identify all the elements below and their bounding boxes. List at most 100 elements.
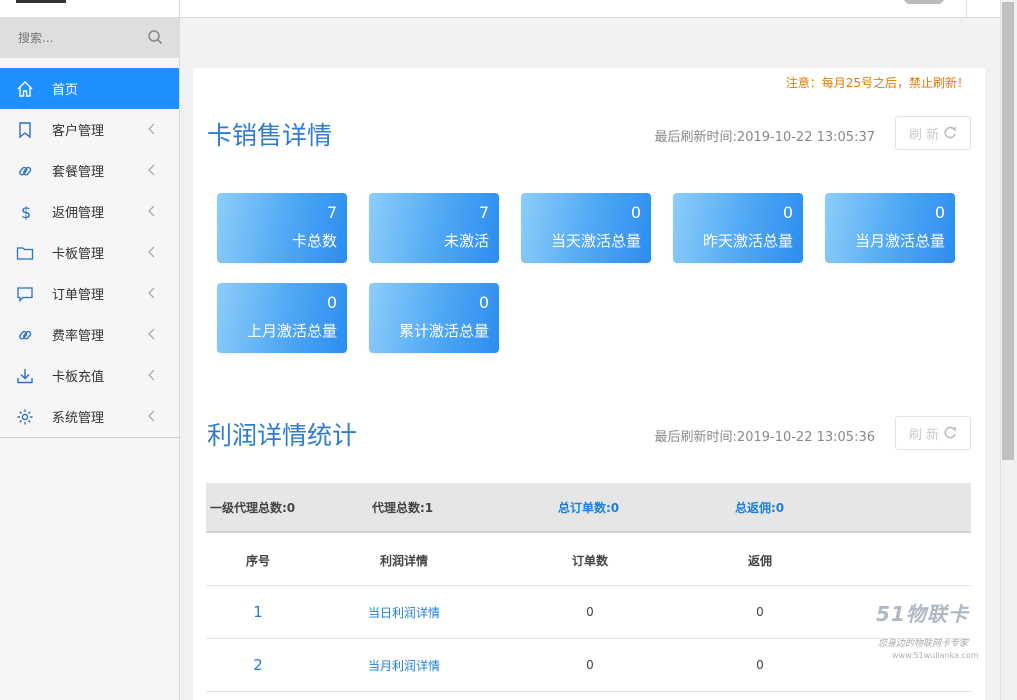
sales-refresh-time: 最后刷新时间:2019-10-22 13:05:37 (654, 130, 875, 145)
profit-refresh-time: 最后刷新时间:2019-10-22 13:05:36 (654, 430, 875, 445)
chevron-left-icon (148, 205, 155, 217)
dollar-icon: $ (16, 203, 34, 221)
stat-label: 当月激活总量 (854, 232, 945, 250)
stat-value: 7 (478, 203, 489, 222)
level1-agents-count: 一级代理总数:0 (210, 501, 296, 515)
sidebar-item-label: 系统管理 (52, 411, 105, 426)
stat-card-this-month: 0 当月激活总量 (825, 193, 955, 263)
sidebar-item-customers[interactable]: 客户管理 (0, 109, 179, 150)
search-icon[interactable] (147, 29, 163, 45)
home-icon (16, 80, 34, 98)
order-count: 0 (586, 605, 594, 619)
link-icon (16, 326, 34, 344)
gear-icon (16, 408, 34, 426)
profit-refresh-button[interactable]: 刷 新 (895, 416, 971, 450)
watermark-url: www.51wulianka.com (892, 651, 979, 660)
chevron-left-icon (148, 369, 155, 381)
search-input[interactable] (8, 26, 138, 50)
stat-card-inactive: 7 未激活 (369, 193, 499, 263)
chat-icon (16, 285, 34, 303)
sidebar-item-recharge[interactable]: 卡板充值 (0, 355, 179, 396)
stat-card-yesterday: 0 昨天激活总量 (673, 193, 803, 263)
notice-text: 注意：每月25号之后，禁止刷新！ (785, 76, 969, 90)
folder-icon (16, 244, 34, 262)
row-index: 2 (253, 656, 263, 674)
row-index: 1 (253, 603, 263, 621)
refresh-label: 刷 新 (908, 127, 940, 143)
link-icon (16, 162, 34, 180)
sales-section-title: 卡销售详情 (207, 121, 333, 150)
chevron-left-icon (148, 164, 155, 176)
stat-label: 上月激活总量 (246, 322, 337, 340)
table-row: 2 当月利润详情 0 0 (206, 639, 971, 692)
chevron-left-icon (148, 328, 155, 340)
logo-strip (0, 0, 179, 18)
stat-label: 当天激活总量 (550, 232, 641, 250)
stat-label: 未激活 (443, 232, 489, 250)
total-rebate-link[interactable]: 总返佣:0 (735, 499, 784, 516)
sidebar-item-home[interactable]: 首页 (0, 68, 179, 109)
logo (16, 0, 66, 3)
stat-value: 0 (326, 293, 337, 312)
sidebar-item-label: 卡板充值 (52, 370, 105, 385)
sidebar-item-system[interactable]: 系统管理 (0, 396, 179, 437)
profit-stats-bar: 一级代理总数:0 代理总数:1 总订单数:0 总返佣:0 (206, 483, 971, 533)
stat-label: 卡总数 (291, 232, 337, 250)
profit-detail-link[interactable]: 当日利润详情 (310, 586, 498, 638)
avatar[interactable] (904, 0, 944, 4)
stat-value: 0 (478, 293, 489, 312)
chevron-left-icon (148, 410, 155, 422)
sidebar-item-rebate[interactable]: $ 返佣管理 (0, 191, 179, 232)
profit-detail-link[interactable]: 当月利润详情 (310, 639, 498, 691)
sidebar-item-cardboard[interactable]: 卡板管理 (0, 232, 179, 273)
profit-table: 序号 利润详情 订单数 返佣 1 当日利润详情 0 0 2 当月利润详情 0 0 (206, 535, 971, 692)
refresh-icon (944, 126, 957, 139)
watermark-brand: 51物联卡 (876, 602, 969, 626)
rebate-value: 0 (756, 605, 764, 619)
sidebar-item-label: 卡板管理 (52, 247, 105, 262)
chevron-left-icon (148, 246, 155, 258)
sidebar-item-label: 套餐管理 (52, 165, 105, 180)
top-bar (180, 0, 1000, 18)
sidebar: 首页 客户管理 套餐管理 $ 返佣管理 卡板管理 (0, 0, 180, 700)
sidebar-item-orders[interactable]: 订单管理 (0, 273, 179, 314)
stat-card-last-month: 0 上月激活总量 (217, 283, 347, 353)
bookmark-icon (16, 121, 34, 139)
table-header: 序号 利润详情 订单数 返佣 (206, 535, 971, 586)
sidebar-item-rates[interactable]: 费率管理 (0, 314, 179, 355)
column-header: 序号 (245, 553, 270, 568)
total-orders-link[interactable]: 总订单数:0 (558, 499, 619, 516)
profit-section-title: 利润详情统计 (207, 421, 358, 450)
main-panel: 注意：每月25号之后，禁止刷新！ 卡销售详情 最后刷新时间:2019-10-22… (193, 68, 985, 700)
sidebar-item-label: 返佣管理 (52, 206, 105, 221)
chevron-left-icon (148, 123, 155, 135)
stat-value: 0 (630, 203, 641, 222)
watermark: 51物联卡 您身边的物联网卡专家 www.51wulianka.com (870, 598, 1006, 664)
stat-label: 累计激活总量 (398, 322, 489, 340)
topbar-divider (966, 0, 967, 18)
stat-label: 昨天激活总量 (702, 232, 793, 250)
sidebar-item-label: 费率管理 (52, 329, 105, 344)
sidebar-item-packages[interactable]: 套餐管理 (0, 150, 179, 191)
agents-count: 代理总数:1 (372, 501, 434, 515)
scrollbar-thumb[interactable] (1002, 2, 1014, 460)
stat-card-today: 0 当天激活总量 (521, 193, 651, 263)
stat-value: 0 (934, 203, 945, 222)
sidebar-divider (0, 437, 180, 438)
stat-value: 0 (782, 203, 793, 222)
table-row: 1 当日利润详情 0 0 (206, 586, 971, 639)
column-header: 利润详情 (379, 553, 428, 568)
search-box (0, 18, 179, 58)
sales-refresh-button[interactable]: 刷 新 (895, 116, 971, 150)
sidebar-item-label: 订单管理 (52, 288, 105, 303)
sidebar-nav: 首页 客户管理 套餐管理 $ 返佣管理 卡板管理 订单管理 费率管理 卡板充值 … (0, 68, 180, 438)
column-header: 订单数 (571, 553, 608, 568)
stat-value: 7 (326, 203, 337, 222)
svg-text:$: $ (21, 203, 31, 221)
column-header: 返佣 (747, 553, 772, 568)
sidebar-item-label: 首页 (52, 83, 79, 98)
refresh-icon (944, 426, 957, 439)
chevron-left-icon (148, 287, 155, 299)
order-count: 0 (586, 658, 594, 672)
stat-card-total: 7 卡总数 (217, 193, 347, 263)
